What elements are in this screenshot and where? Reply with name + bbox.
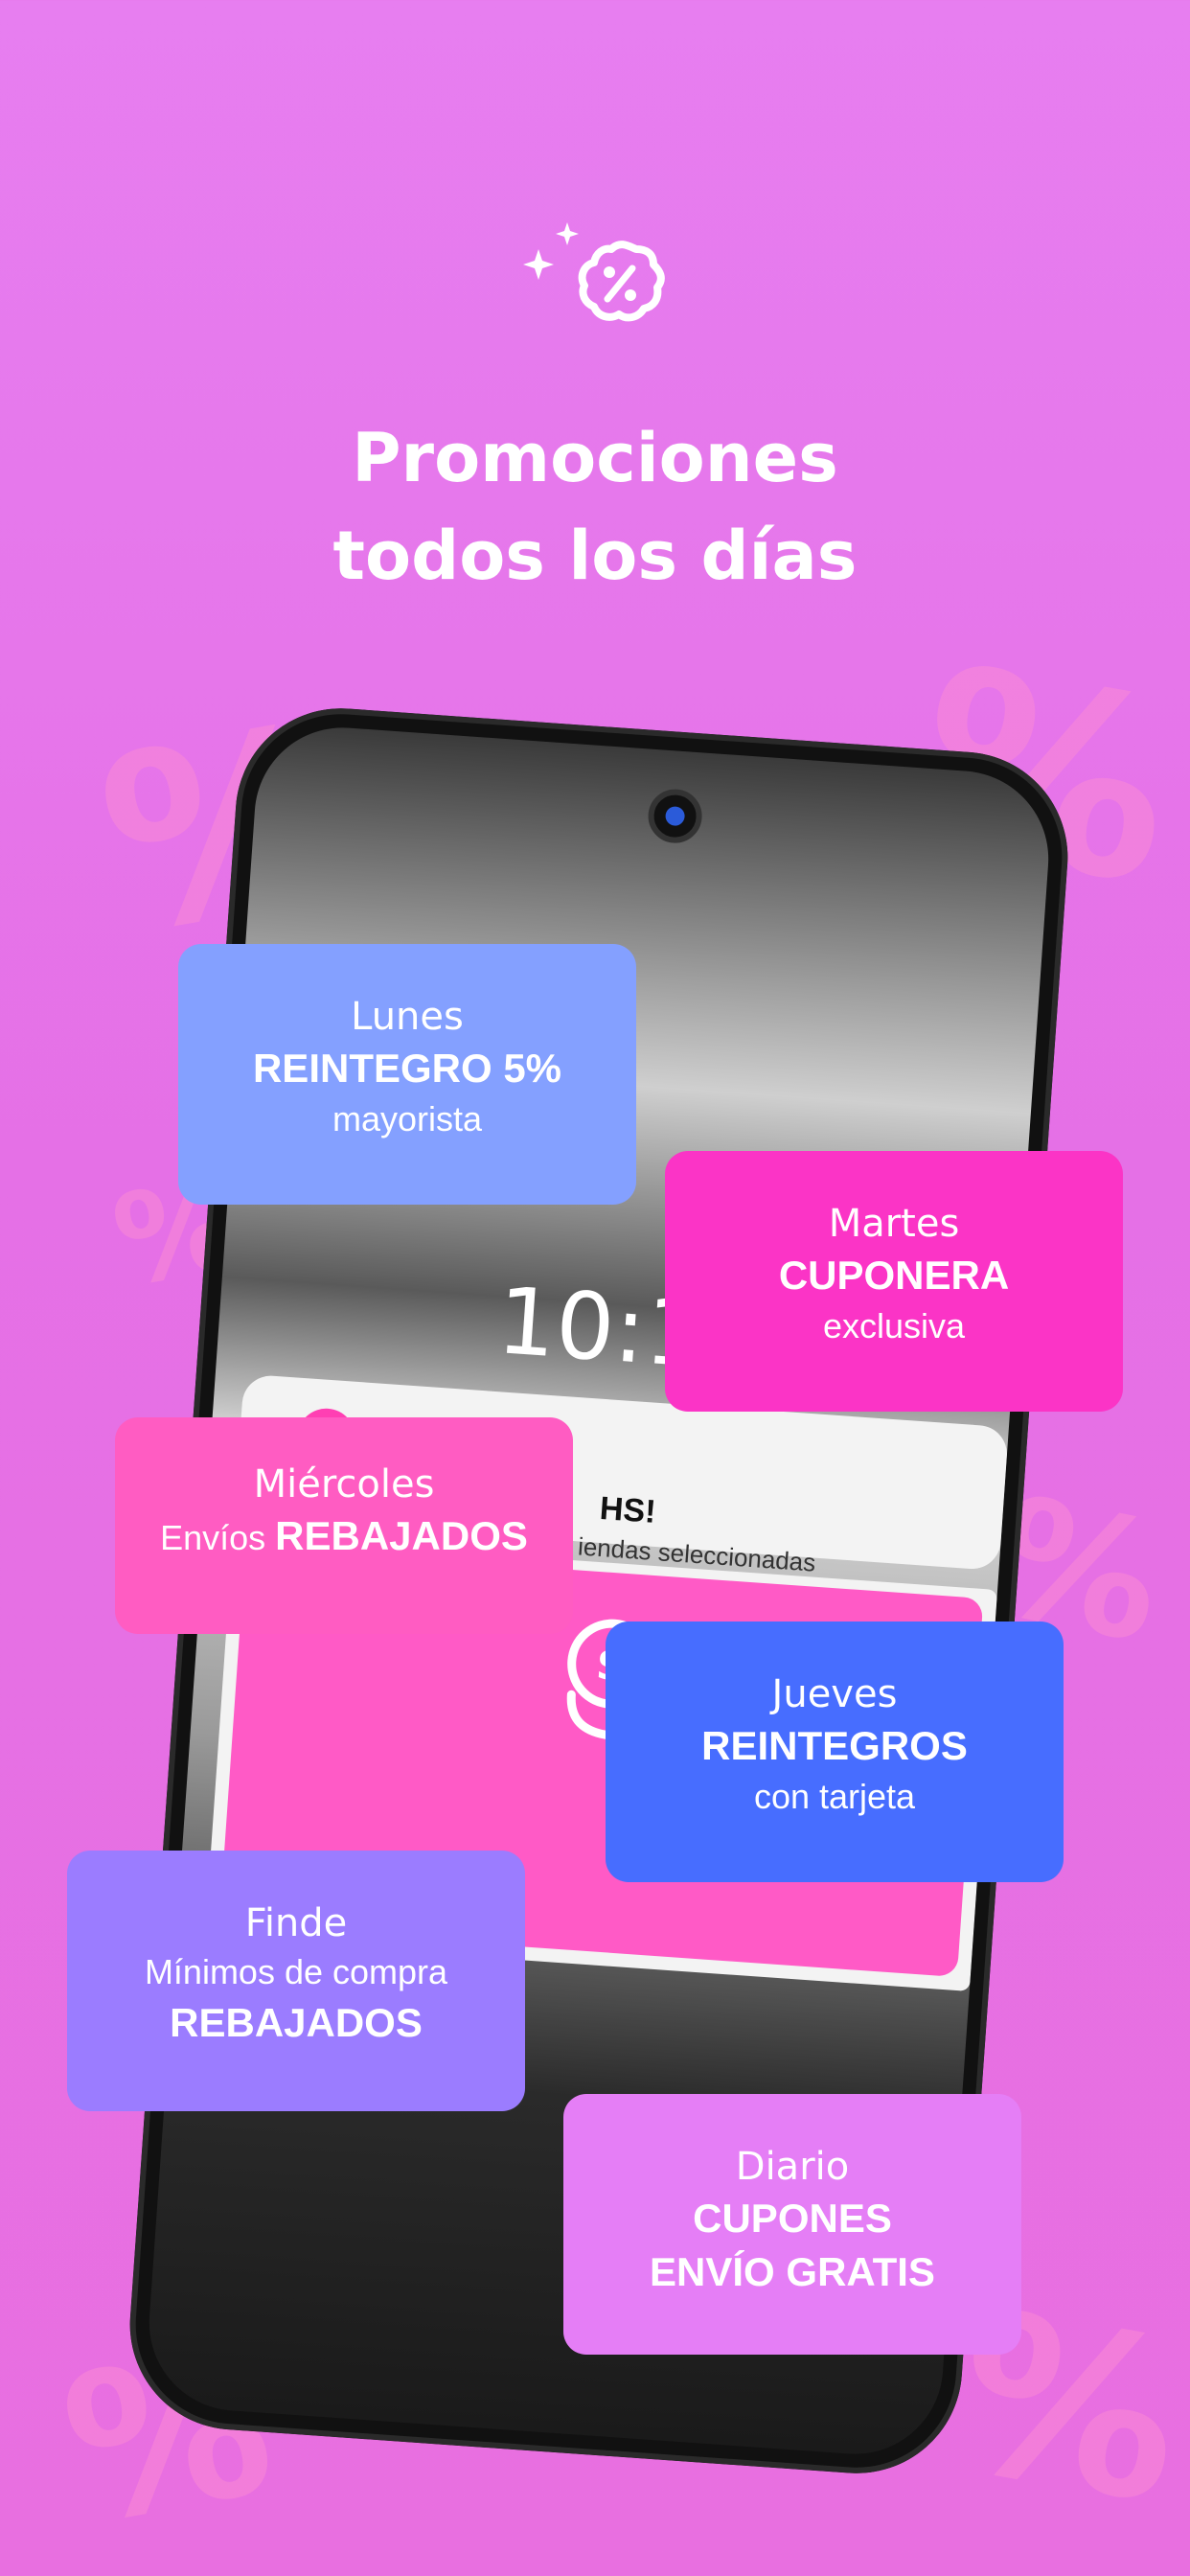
card-detail-row: Envíos REBAJADOS xyxy=(115,1509,573,1565)
card-day: Miércoles xyxy=(253,1462,435,1506)
promo-card-jueves: Jueves REINTEGROS con tarjeta xyxy=(606,1622,1064,1882)
page-title-line2: todos los días xyxy=(332,517,858,595)
card-detail: Mínimos de compra xyxy=(144,1952,448,1991)
card-day: Lunes xyxy=(351,995,464,1039)
card-detail: con tarjeta xyxy=(753,1777,916,1816)
card-highlight-line1: CUPONES xyxy=(693,2196,892,2241)
card-highlight: REINTEGRO 5% xyxy=(252,1046,562,1091)
card-highlight: REINTEGROS xyxy=(701,1723,968,1768)
card-day: Jueves xyxy=(771,1672,898,1716)
discount-badge-icon xyxy=(523,222,665,322)
promo-card-finde: Finde Mínimos de compra REBAJADOS xyxy=(67,1851,525,2111)
card-day: Diario xyxy=(735,2145,850,2189)
page-title-line1: Promociones xyxy=(352,419,838,497)
card-detail: Envíos xyxy=(160,1518,266,1557)
card-highlight: REBAJADOS xyxy=(275,1513,528,1558)
card-day: Martes xyxy=(828,1202,960,1246)
card-detail: exclusiva xyxy=(822,1306,966,1346)
card-highlight-line2: ENVÍO GRATIS xyxy=(650,2249,935,2294)
promo-card-martes: Martes CUPONERA exclusiva xyxy=(665,1151,1123,1412)
card-day: Finde xyxy=(244,1901,348,1945)
notification-title: HS! xyxy=(598,1489,657,1530)
card-detail: mayorista xyxy=(332,1099,483,1138)
card-highlight: REBAJADOS xyxy=(170,2000,423,2045)
promo-card-diario: Diario CUPONES ENVÍO GRATIS xyxy=(563,2094,1021,2355)
promo-card-miercoles: Miércoles Envíos REBAJADOS xyxy=(115,1417,573,1634)
promo-card-lunes: Lunes REINTEGRO 5% mayorista xyxy=(178,944,636,1205)
camera-icon xyxy=(646,787,704,845)
card-highlight: CUPONERA xyxy=(778,1253,1010,1298)
